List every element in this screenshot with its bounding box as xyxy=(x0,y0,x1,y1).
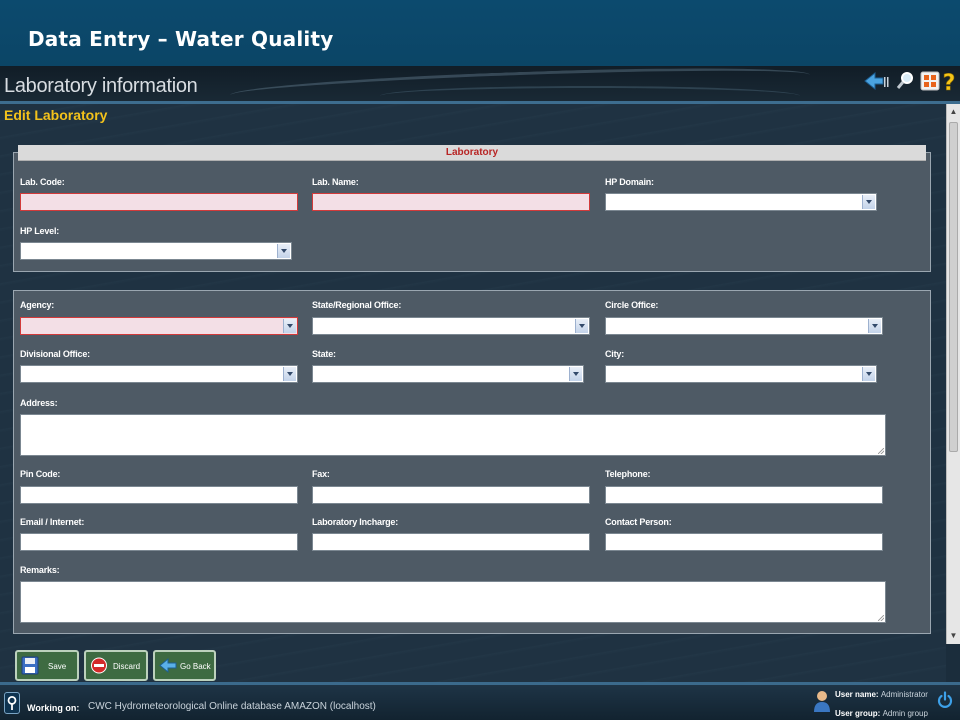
discard-button-label: Discard xyxy=(113,662,141,671)
vertical-scrollbar[interactable]: ▲ ▼ xyxy=(946,104,960,644)
lab-code-label: Lab. Code: xyxy=(20,177,65,187)
remarks-label: Remarks: xyxy=(20,565,60,575)
app-header: Laboratory information xyxy=(0,66,960,104)
working-on-value: CWC Hydrometeorological Online database … xyxy=(88,701,376,712)
save-button[interactable]: Save xyxy=(15,650,79,681)
chevron-down-icon[interactable] xyxy=(277,244,290,258)
slide-title: Data Entry – Water Quality xyxy=(28,27,334,51)
telephone-input[interactable] xyxy=(605,486,883,504)
hp-level-label: HP Level: xyxy=(20,226,60,236)
app-logo-icon xyxy=(4,692,20,714)
go-back-button-label: Go Back xyxy=(180,662,211,671)
user-group-label: User group: xyxy=(835,709,881,718)
city-select[interactable] xyxy=(605,365,877,383)
back-arrow-icon xyxy=(159,657,177,674)
lab-name-input[interactable] xyxy=(312,193,590,211)
chevron-down-icon[interactable] xyxy=(283,367,296,381)
email-label: Email / Internet: xyxy=(20,517,85,527)
app-title: Laboratory information xyxy=(4,75,198,97)
email-input[interactable] xyxy=(20,533,298,551)
state-label: State: xyxy=(312,349,336,359)
remarks-textarea[interactable] xyxy=(20,581,886,623)
grid-menu-icon[interactable] xyxy=(920,70,940,92)
back-arrow-icon[interactable] xyxy=(863,70,889,92)
save-button-label: Save xyxy=(48,662,67,671)
working-on-label: Working on: xyxy=(27,703,80,713)
contact-person-label: Contact Person: xyxy=(605,517,672,527)
user-avatar-icon xyxy=(814,691,830,712)
circle-office-label: Circle Office: xyxy=(605,300,659,310)
agency-select[interactable] xyxy=(20,317,298,335)
slide-title-band: Data Entry – Water Quality xyxy=(0,0,960,66)
chevron-down-icon[interactable] xyxy=(868,319,881,333)
chevron-down-icon[interactable] xyxy=(575,319,588,333)
address-textarea[interactable] xyxy=(20,414,886,456)
city-label: City: xyxy=(605,349,624,359)
lab-code-input[interactable] xyxy=(20,193,298,211)
chevron-down-icon[interactable] xyxy=(283,319,296,333)
agency-label: Agency: xyxy=(20,300,55,310)
hp-domain-select[interactable] xyxy=(605,193,877,211)
divisional-office-select[interactable] xyxy=(20,365,298,383)
user-group-value: Admin group xyxy=(882,709,928,718)
user-name-row: User name: Administrator xyxy=(835,690,928,699)
contact-person-input[interactable] xyxy=(605,533,883,551)
scroll-up-arrow-icon[interactable]: ▲ xyxy=(947,106,960,118)
chevron-down-icon[interactable] xyxy=(569,367,582,381)
pin-code-input[interactable] xyxy=(20,486,298,504)
pin-code-label: Pin Code: xyxy=(20,469,61,479)
scrollbar-thumb[interactable] xyxy=(949,122,958,452)
divisional-office-label: Divisional Office: xyxy=(20,349,90,359)
fax-input[interactable] xyxy=(312,486,590,504)
chevron-down-icon[interactable] xyxy=(862,195,875,209)
no-entry-icon xyxy=(91,657,107,674)
go-back-button[interactable]: Go Back xyxy=(153,650,216,681)
discard-button[interactable]: Discard xyxy=(84,650,148,681)
hp-level-select[interactable] xyxy=(20,242,292,260)
form-title: Edit Laboratory xyxy=(4,107,108,123)
user-group-row: User group: Admin group xyxy=(835,709,928,718)
state-regional-office-label: State/Regional Office: xyxy=(312,300,402,310)
hp-domain-label: HP Domain: xyxy=(605,177,654,187)
scroll-down-arrow-icon[interactable]: ▼ xyxy=(947,630,960,642)
lab-name-label: Lab. Name: xyxy=(312,177,359,187)
section-header: Laboratory xyxy=(18,145,926,161)
state-regional-office-select[interactable] xyxy=(312,317,590,335)
fax-label: Fax: xyxy=(312,469,330,479)
telephone-label: Telephone: xyxy=(605,469,651,479)
power-icon[interactable] xyxy=(937,691,953,709)
floppy-disk-icon xyxy=(21,656,39,675)
svg-text:?: ? xyxy=(943,71,956,92)
address-label: Address: xyxy=(20,398,58,408)
lab-incharge-input[interactable] xyxy=(312,533,590,551)
state-select[interactable] xyxy=(312,365,584,383)
help-icon[interactable]: ? xyxy=(940,70,958,92)
chevron-down-icon[interactable] xyxy=(862,367,875,381)
user-name-label: User name: xyxy=(835,690,879,699)
circle-office-select[interactable] xyxy=(605,317,883,335)
magnifier-icon[interactable] xyxy=(896,70,916,92)
lab-incharge-label: Laboratory Incharge: xyxy=(312,517,399,527)
user-name-value: Administrator xyxy=(880,690,928,699)
